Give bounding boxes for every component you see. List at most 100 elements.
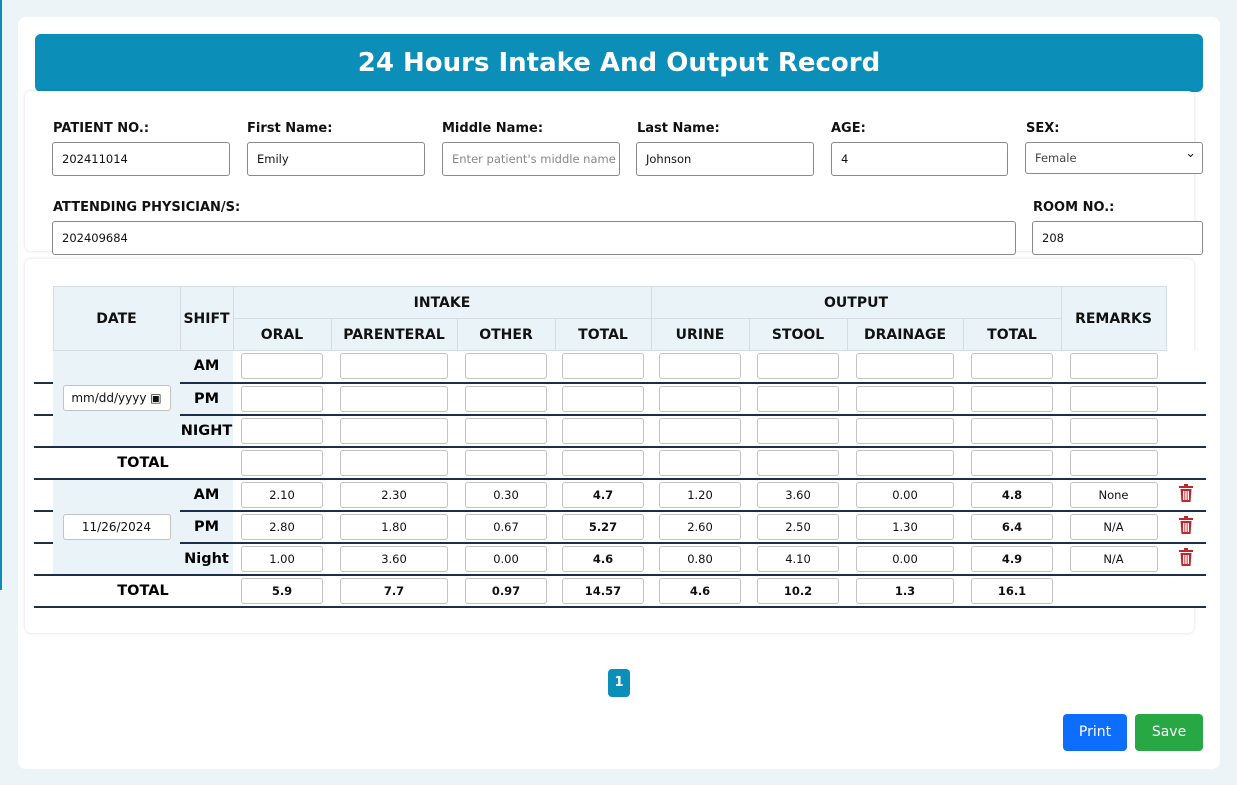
other-input[interactable]: 0.30	[465, 481, 547, 508]
save-button[interactable]: Save	[1135, 714, 1203, 751]
header-intake-total: TOTAL	[554, 318, 652, 351]
intake-total-input[interactable]	[562, 417, 644, 444]
output-total-input[interactable]: 4.9	[971, 545, 1053, 572]
parenteral-total-input[interactable]: 7.7	[340, 577, 448, 604]
parenteral-input[interactable]: 1.80	[340, 513, 448, 540]
remarks-input[interactable]	[1069, 385, 1158, 412]
delete-trash-icon[interactable]	[1178, 515, 1194, 534]
intake-total-input[interactable]: 4.6	[562, 545, 644, 572]
first-name-input[interactable]: Emily	[247, 142, 425, 176]
urine-input[interactable]: 1.20	[659, 481, 741, 508]
urine-input[interactable]	[659, 417, 741, 444]
urine-input[interactable]	[659, 353, 741, 380]
blank-date-input[interactable]: mm/dd/yyyy ▣	[62, 385, 171, 412]
parenteral-input[interactable]: 2.30	[340, 481, 448, 508]
pagination-page-1[interactable]: 1	[608, 669, 630, 697]
output-total-input[interactable]	[971, 385, 1053, 412]
urine-input[interactable]: 0.80	[659, 545, 741, 572]
stool-input[interactable]	[757, 353, 839, 380]
stool-input[interactable]: 4.10	[757, 545, 839, 572]
remarks-input[interactable]: None	[1069, 481, 1158, 508]
oral-input[interactable]	[241, 385, 323, 412]
urine-total-input[interactable]: 4.6	[659, 577, 741, 604]
drainage-input[interactable]: 0.00	[856, 545, 954, 572]
output-total-input[interactable]	[971, 417, 1053, 444]
stool-total-input[interactable]: 10.2	[757, 577, 839, 604]
oral-input[interactable]: 1.00	[241, 545, 323, 572]
urine-input[interactable]	[659, 385, 741, 412]
drainage-input[interactable]	[856, 353, 954, 380]
print-button[interactable]: Print	[1063, 714, 1127, 751]
stool-input[interactable]	[757, 385, 839, 412]
remarks-input[interactable]	[1069, 417, 1158, 444]
output-total-total-input[interactable]: 16.1	[971, 577, 1053, 604]
physician-input[interactable]: 202409684	[52, 221, 1016, 255]
date-cell: 11/26/2024	[53, 478, 180, 576]
oral-input[interactable]	[241, 353, 323, 380]
room-input[interactable]: 208	[1032, 221, 1203, 255]
delete-trash-icon[interactable]	[1178, 547, 1194, 566]
parenteral-total-input[interactable]	[340, 449, 448, 476]
oral-total-input[interactable]	[241, 449, 323, 476]
remarks-total-input[interactable]	[1069, 449, 1158, 476]
stool-input[interactable]: 2.50	[757, 513, 839, 540]
other-input[interactable]: 0.00	[465, 545, 547, 572]
output-total-input[interactable]: 6.4	[971, 513, 1053, 540]
parenteral-input[interactable]	[340, 385, 448, 412]
stool-total-input[interactable]	[757, 449, 839, 476]
urine-total-input[interactable]	[659, 449, 741, 476]
stool-input[interactable]	[757, 417, 839, 444]
other-input[interactable]	[465, 353, 547, 380]
header-date: DATE	[52, 286, 181, 351]
intake-total-total-input[interactable]: 14.57	[562, 577, 644, 604]
intake-total-total-input[interactable]	[562, 449, 644, 476]
last-name-input[interactable]: Johnson	[636, 142, 814, 176]
intake-total-input[interactable]: 5.27	[562, 513, 644, 540]
drainage-input[interactable]	[856, 417, 954, 444]
intake-total-input[interactable]	[562, 353, 644, 380]
stool-input[interactable]: 3.60	[757, 481, 839, 508]
oral-input[interactable]: 2.10	[241, 481, 323, 508]
remarks-input[interactable]: N/A	[1069, 545, 1158, 572]
other-input[interactable]: 0.67	[465, 513, 547, 540]
blank-date-cell: mm/dd/yyyy ▣	[53, 350, 180, 448]
sex-select[interactable]: Female	[1025, 142, 1203, 174]
shift-label: Night	[180, 542, 233, 576]
middle-name-label: Middle Name:	[442, 121, 544, 136]
remarks-input[interactable]: N/A	[1069, 513, 1158, 540]
urine-input[interactable]: 2.60	[659, 513, 741, 540]
drainage-total-input[interactable]: 1.3	[856, 577, 954, 604]
last-name-label: Last Name:	[637, 121, 720, 136]
middle-name-input[interactable]: Enter patient's middle name	[442, 142, 620, 176]
total-label: TOTAL	[53, 574, 233, 608]
drainage-input[interactable]	[856, 385, 954, 412]
date-input[interactable]: 11/26/2024	[62, 513, 171, 540]
drainage-total-input[interactable]	[856, 449, 954, 476]
oral-input[interactable]	[241, 417, 323, 444]
remarks-input[interactable]	[1069, 353, 1158, 380]
output-total-input[interactable]: 4.8	[971, 481, 1053, 508]
patient-no-input[interactable]: 202411014	[52, 142, 230, 176]
output-total-input[interactable]	[971, 353, 1053, 380]
other-input[interactable]	[465, 385, 547, 412]
output-total-total-input[interactable]	[971, 449, 1053, 476]
other-total-input[interactable]: 0.97	[465, 577, 547, 604]
calendar-icon[interactable]: ▣	[150, 391, 161, 405]
parenteral-input[interactable]: 3.60	[340, 545, 448, 572]
intake-total-input[interactable]: 4.7	[562, 481, 644, 508]
parenteral-input[interactable]	[340, 417, 448, 444]
oral-total-input[interactable]: 5.9	[241, 577, 323, 604]
total-label: TOTAL	[53, 446, 233, 480]
intake-total-input[interactable]	[562, 385, 644, 412]
delete-trash-icon[interactable]	[1178, 483, 1194, 502]
oral-input[interactable]: 2.80	[241, 513, 323, 540]
age-input[interactable]: 4	[831, 142, 1008, 176]
other-input[interactable]	[465, 417, 547, 444]
other-total-input[interactable]	[465, 449, 547, 476]
drainage-input[interactable]: 0.00	[856, 481, 954, 508]
drainage-input[interactable]: 1.30	[856, 513, 954, 540]
age-label: AGE:	[831, 121, 866, 136]
header-parenteral: PARENTERAL	[330, 318, 458, 351]
patient-no-label: PATIENT NO.:	[53, 121, 150, 136]
parenteral-input[interactable]	[340, 353, 448, 380]
